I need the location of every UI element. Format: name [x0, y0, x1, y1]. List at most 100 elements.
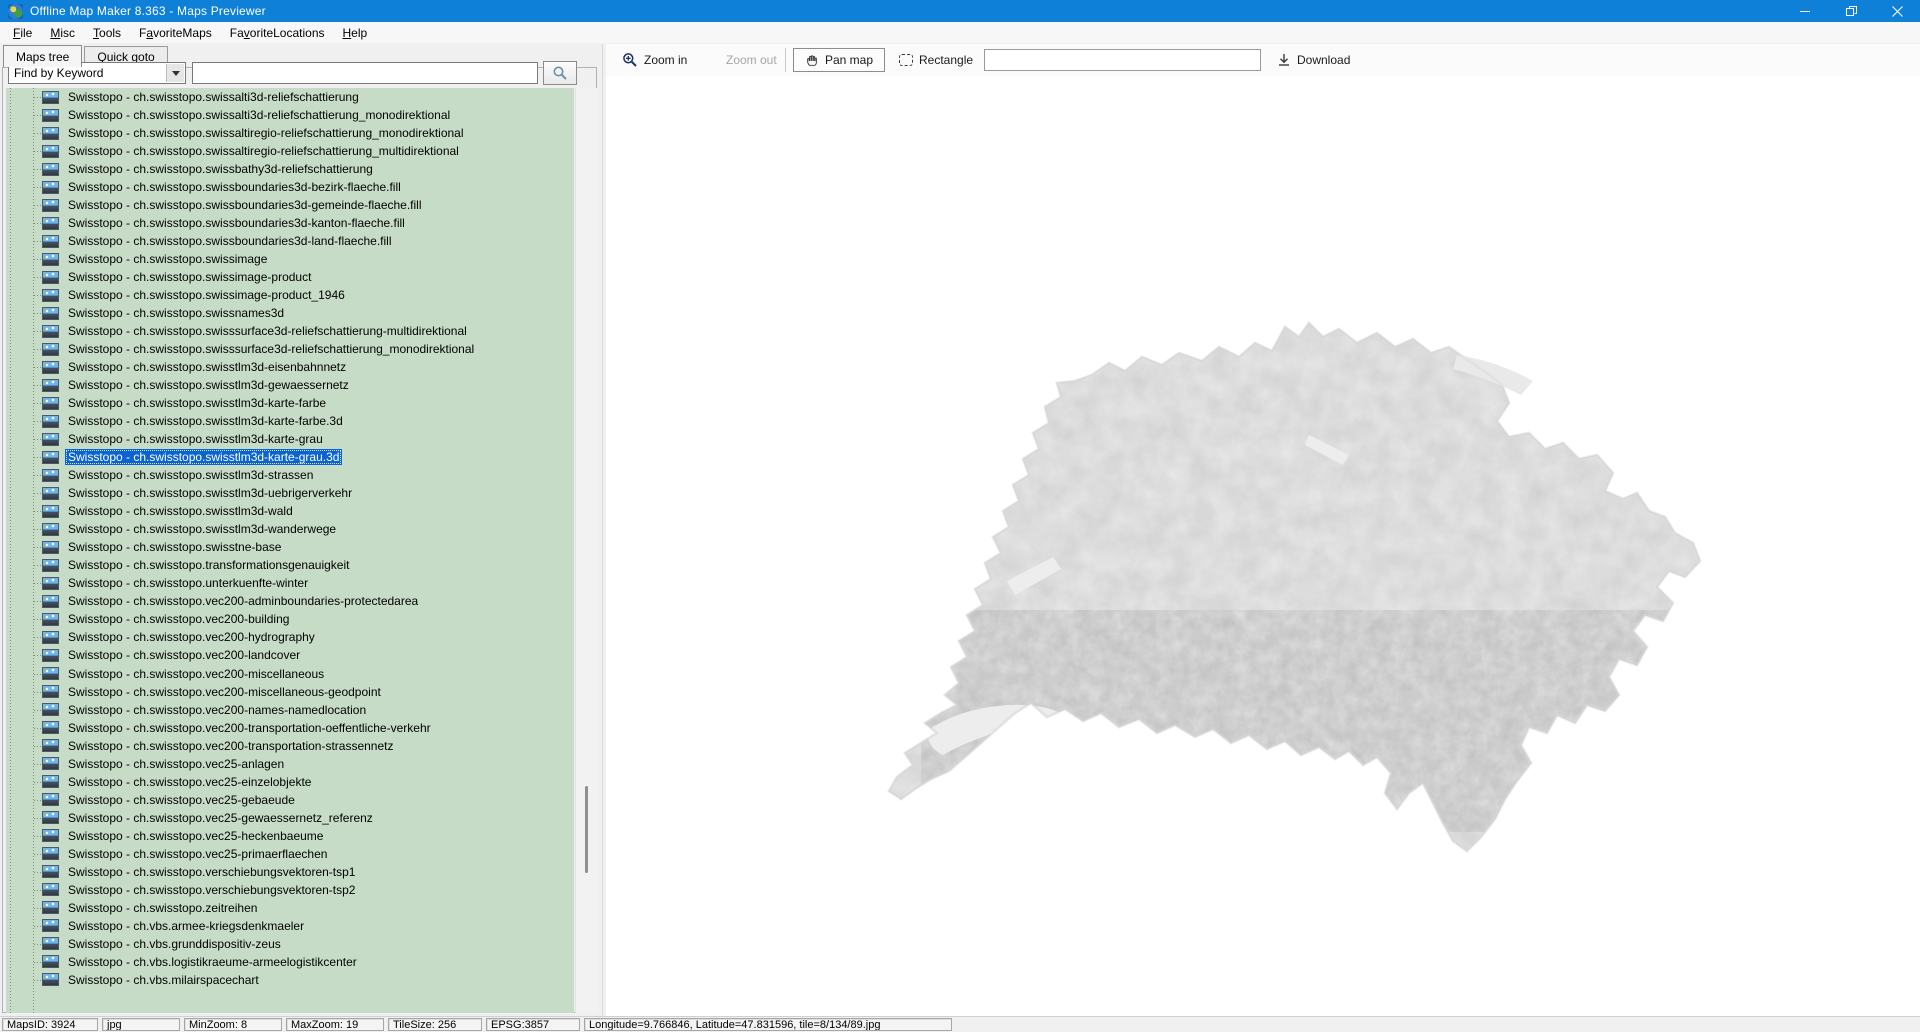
tree-item[interactable]: Swisstopo - ch.swisstopo.vec200-miscella…: [6, 683, 574, 701]
tree-item[interactable]: Swisstopo - ch.swisstopo.swissboundaries…: [6, 214, 574, 232]
dropdown-arrow-button[interactable]: [166, 64, 184, 82]
tree-item-label: Swisstopo - ch.swisstopo.vec200-miscella…: [65, 684, 384, 700]
tree-item[interactable]: Swisstopo - ch.swisstopo.vec200-hydrogra…: [6, 628, 574, 646]
tree-item-label: Swisstopo - ch.swisstopo.swissalti3d-rel…: [65, 89, 362, 105]
tree-item[interactable]: Swisstopo - ch.swisstopo.swissimage: [6, 250, 574, 268]
tree-item[interactable]: Swisstopo - ch.swisstopo.vec25-gebaeude: [6, 791, 574, 809]
tree-guide-line: [10, 88, 11, 1013]
tree-item[interactable]: Swisstopo - ch.swisstopo.swisstlm3d-kart…: [6, 412, 574, 430]
tree-item[interactable]: Swisstopo - ch.swisstopo.unterkuenfte-wi…: [6, 574, 574, 592]
tree-item[interactable]: Swisstopo - ch.swisstopo.swisstlm3d-eise…: [6, 358, 574, 376]
menu-file[interactable]: File: [4, 24, 41, 42]
statusbar: MapsID: 3924 jpg MinZoom: 8 MaxZoom: 19 …: [0, 1016, 1920, 1032]
menubar: File Misc Tools FavoriteMaps FavoriteLoc…: [0, 22, 1920, 44]
tree-item[interactable]: Swisstopo - ch.swisstopo.vec200-transpor…: [6, 737, 574, 755]
download-button[interactable]: Download: [1269, 48, 1358, 72]
rectangle-select-button[interactable]: Rectangle: [891, 48, 981, 72]
menu-help[interactable]: Help: [334, 24, 377, 42]
tree-item[interactable]: Swisstopo - ch.swisstopo.swissaltiregio-…: [6, 142, 574, 160]
tree-item[interactable]: Swisstopo - ch.vbs.milairspacechart: [6, 971, 574, 989]
menu-favoritemaps[interactable]: FavoriteMaps: [130, 24, 221, 42]
menu-tools[interactable]: Tools: [84, 24, 130, 42]
tree-item[interactable]: Swisstopo - ch.swisstopo.vec25-anlagen: [6, 755, 574, 773]
tree-item[interactable]: Swisstopo - ch.swisstopo.swisstlm3d-wald: [6, 502, 574, 520]
tree-item[interactable]: Swisstopo - ch.vbs.grunddispositiv-zeus: [6, 935, 574, 953]
tree-item-label: Swisstopo - ch.swisstopo.swissboundaries…: [65, 233, 394, 249]
tree-item[interactable]: Swisstopo - ch.swisstopo.swisssurface3d-…: [6, 340, 574, 358]
tree-item[interactable]: Swisstopo - ch.swisstopo.swissalti3d-rel…: [6, 106, 574, 124]
tree-item[interactable]: Swisstopo - ch.swisstopo.swissboundaries…: [6, 196, 574, 214]
pan-map-button[interactable]: Pan map: [793, 48, 885, 72]
map-layer-icon: [42, 955, 59, 968]
tree-item[interactable]: Swisstopo - ch.swisstopo.swisstlm3d-kart…: [6, 448, 574, 466]
tree-item[interactable]: Swisstopo - ch.swisstopo.vec200-adminbou…: [6, 592, 574, 610]
map-layer-icon: [42, 865, 59, 878]
tree-item-label: Swisstopo - ch.swisstopo.verschiebungsve…: [65, 882, 358, 898]
map-layer-icon: [42, 217, 59, 230]
lake-maggiore: [1411, 785, 1429, 845]
tree-item[interactable]: Swisstopo - ch.swisstopo.vec25-einzelobj…: [6, 773, 574, 791]
tree-item[interactable]: Swisstopo - ch.swisstopo.swissaltiregio-…: [6, 124, 574, 142]
tree-item[interactable]: Swisstopo - ch.swisstopo.swissboundaries…: [6, 178, 574, 196]
tree-item[interactable]: Swisstopo - ch.swisstopo.swisssurface3d-…: [6, 322, 574, 340]
tree-item[interactable]: Swisstopo - ch.swisstopo.swisstlm3d-uebr…: [6, 484, 574, 502]
tree-item[interactable]: Swisstopo - ch.swisstopo.vec25-gewaesser…: [6, 809, 574, 827]
window-controls: [1782, 0, 1920, 22]
tree-item[interactable]: Swisstopo - ch.swisstopo.swissbathy3d-re…: [6, 160, 574, 178]
menu-misc[interactable]: Misc: [41, 24, 84, 42]
tree-item[interactable]: Swisstopo - ch.swisstopo.swisstlm3d-gewa…: [6, 376, 574, 394]
tab-maps-tree[interactable]: Maps tree: [3, 45, 82, 67]
map-layer-icon: [42, 91, 59, 104]
tree-item[interactable]: Swisstopo - ch.swisstopo.vec200-miscella…: [6, 665, 574, 683]
map-layer-icon: [42, 973, 59, 986]
tree-item[interactable]: Swisstopo - ch.swisstopo.swissimage-prod…: [6, 286, 574, 304]
tree-item-label: Swisstopo - ch.swisstopo.vec200-transpor…: [65, 720, 434, 736]
map-layer-icon: [42, 397, 59, 410]
tree-item[interactable]: Swisstopo - ch.swisstopo.swissalti3d-rel…: [6, 88, 574, 106]
map-layer-icon: [42, 145, 59, 158]
map-layer-icon: [42, 847, 59, 860]
zoom-out-button[interactable]: Zoom out: [718, 48, 785, 72]
tree-item[interactable]: Swisstopo - ch.swisstopo.swisstlm3d-wand…: [6, 520, 574, 538]
tree-item[interactable]: Swisstopo - ch.swisstopo.vec200-transpor…: [6, 719, 574, 737]
tree-item[interactable]: Swisstopo - ch.swisstopo.swisstlm3d-kart…: [6, 430, 574, 448]
map-layer-icon: [42, 271, 59, 284]
coordinate-input[interactable]: [984, 49, 1261, 71]
scrollbar-thumb[interactable]: [585, 786, 588, 873]
tree-item[interactable]: Swisstopo - ch.swisstopo.vec25-heckenbae…: [6, 827, 574, 845]
tree-item-label: Swisstopo - ch.swisstopo.vec25-primaerfl…: [65, 846, 330, 862]
menu-favoritelocations[interactable]: FavoriteLocations: [221, 24, 334, 42]
tree-item[interactable]: Swisstopo - ch.swisstopo.swissnames3d: [6, 304, 574, 322]
close-button[interactable]: [1874, 0, 1920, 22]
tree-item-label: Swisstopo - ch.swisstopo.swisssurface3d-…: [65, 341, 477, 357]
tree-item[interactable]: Swisstopo - ch.swisstopo.vec200-building: [6, 610, 574, 628]
restore-button[interactable]: [1828, 0, 1874, 22]
search-button[interactable]: [543, 61, 577, 85]
tree-item[interactable]: Swisstopo - ch.swisstopo.swisstlm3d-stra…: [6, 466, 574, 484]
tree-item[interactable]: Swisstopo - ch.swisstopo.transformations…: [6, 556, 574, 574]
tree-item[interactable]: Swisstopo - ch.swisstopo.swissboundaries…: [6, 232, 574, 250]
zoom-in-button[interactable]: Zoom in: [614, 48, 695, 72]
map-layer-icon: [42, 487, 59, 500]
map-layer-icon: [42, 739, 59, 752]
tree-item[interactable]: Swisstopo - ch.swisstopo.vec200-landcove…: [6, 646, 574, 664]
tree-item[interactable]: Swisstopo - ch.swisstopo.zeitreihen: [6, 899, 574, 917]
map-layer-icon: [42, 541, 59, 554]
tree-item-label: Swisstopo - ch.swisstopo.swissalti3d-rel…: [65, 107, 453, 123]
tree-scrollbar[interactable]: [575, 88, 597, 1013]
map-canvas[interactable]: [606, 76, 1920, 1016]
tree-item-label: Swisstopo - ch.swisstopo.transformations…: [65, 557, 352, 573]
tree-item-label: Swisstopo - ch.swisstopo.swissboundaries…: [65, 215, 408, 231]
tree-item[interactable]: Swisstopo - ch.swisstopo.swisstne-base: [6, 538, 574, 556]
tree-item[interactable]: Swisstopo - ch.swisstopo.verschiebungsve…: [6, 881, 574, 899]
tree-item[interactable]: Swisstopo - ch.swisstopo.vec25-primaerfl…: [6, 845, 574, 863]
tree-item[interactable]: Swisstopo - ch.vbs.armee-kriegsdenkmaele…: [6, 917, 574, 935]
tree-item[interactable]: Swisstopo - ch.swisstopo.swissimage-prod…: [6, 268, 574, 286]
tree-item[interactable]: Swisstopo - ch.vbs.logistikraeume-armeel…: [6, 953, 574, 971]
tree-item[interactable]: Swisstopo - ch.swisstopo.verschiebungsve…: [6, 863, 574, 881]
status-min-zoom: MinZoom: 8: [184, 1018, 282, 1031]
search-input[interactable]: [192, 62, 538, 84]
tree-item[interactable]: Swisstopo - ch.swisstopo.vec200-names-na…: [6, 701, 574, 719]
minimize-button[interactable]: [1782, 0, 1828, 22]
tree-item[interactable]: Swisstopo - ch.swisstopo.swisstlm3d-kart…: [6, 394, 574, 412]
